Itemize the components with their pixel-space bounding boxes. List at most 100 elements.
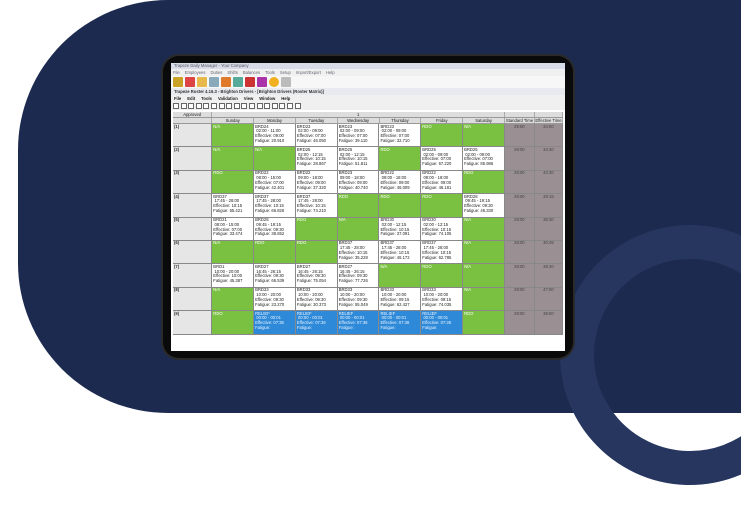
shift-cell[interactable]: BRD37 17:45 - 28:00 Effective: 10:15 Fat…	[337, 240, 380, 264]
shift-cell[interactable]: N/A	[212, 124, 255, 147]
shift-cell[interactable]: BRD1 10:00 - 20:00 Effective: 10:00 Fati…	[212, 264, 255, 287]
paste-icon[interactable]	[210, 103, 217, 109]
shift-cell[interactable]: BRD25 02:00 - 09:00 Effective: 07:00 Fat…	[421, 147, 464, 170]
shift-cell[interactable]: RDO	[254, 240, 296, 264]
new-icon[interactable]	[173, 103, 179, 109]
export-icon[interactable]	[279, 103, 286, 109]
shift-cell[interactable]: N/A	[212, 287, 255, 311]
menu-item-duties[interactable]: Duties	[210, 70, 222, 75]
shift-cell[interactable]: RDO	[295, 240, 338, 264]
shift-cell[interactable]: RELIEF 00:00 - 00:01 Effective: 07:36 Fa…	[379, 311, 422, 334]
row-label[interactable]: (7)	[173, 264, 213, 287]
row-label[interactable]: (5)	[173, 217, 213, 240]
bus-icon[interactable]	[221, 77, 231, 87]
menu-item-help[interactable]: Help	[326, 70, 335, 75]
copy-icon[interactable]	[203, 103, 210, 109]
print-icon[interactable]	[195, 103, 202, 109]
menu-item-tools[interactable]: Tools	[265, 70, 275, 75]
shift-cell[interactable]: BRD37 17:45 - 28:00 Effective: 10:15 Fat…	[421, 240, 464, 264]
shift-cell[interactable]: N/A	[463, 124, 505, 147]
shift-cell[interactable]: BRD30 02:00 - 12:15 Effective: 10:15 Fat…	[379, 217, 422, 240]
shift-cell[interactable]: BRD37 17:45 - 28:00 Effective: 10:15 Fat…	[212, 194, 255, 217]
roster-menu-item-tools[interactable]: Tools	[201, 96, 212, 101]
shift-cell[interactable]: N/A	[337, 217, 380, 240]
shift-cell[interactable]: BRD25 02:00 - 12:15 Effective: 10:15 Fat…	[295, 147, 338, 170]
row-label[interactable]: (8)	[173, 287, 213, 311]
shift-cell[interactable]: BRD22 08:00 - 15:00 Effective: 07:00 Fat…	[254, 170, 296, 194]
chart-icon[interactable]	[185, 77, 195, 87]
validate-icon[interactable]	[218, 103, 225, 109]
warning-icon[interactable]	[226, 103, 233, 109]
row-label[interactable]: (4)	[173, 194, 213, 217]
shift-cell[interactable]: BRD22 09:00 - 18:00 Effective: 09:00 Fat…	[379, 170, 422, 194]
grid-view-icon[interactable]	[256, 103, 263, 109]
shift-cell[interactable]: N/A	[212, 147, 255, 170]
roster-menu-item-file[interactable]: File	[174, 96, 181, 101]
computer-icon[interactable]	[281, 77, 291, 87]
shift-cell[interactable]: BRD27 16:45 - 26:15 Effective: 09:30 Fat…	[254, 264, 296, 287]
shift-cell[interactable]: RDO	[212, 311, 255, 334]
calendar-icon[interactable]	[233, 77, 243, 87]
shift-cell[interactable]: BRD21 08:00 - 15:00 Effective: 07:00 Fat…	[212, 217, 255, 240]
cloud-icon[interactable]	[209, 77, 219, 87]
roster-menu-item-view[interactable]: View	[244, 96, 253, 101]
shift-cell[interactable]: N/A	[463, 264, 505, 287]
menu-item-file[interactable]: File	[173, 70, 180, 75]
shift-cell[interactable]: BRD28 09:45 - 19:15 Effective: 09:30 Fat…	[254, 217, 296, 240]
shift-cell[interactable]: RDO	[421, 194, 464, 217]
menu-item-balances[interactable]: Balances	[243, 70, 260, 75]
shift-cell[interactable]: BRD27 16:45 - 26:15 Effective: 09:30 Fat…	[295, 264, 338, 287]
shift-cell[interactable]: BRD23 02:00 - 09:00 Effective: 07:00 Fat…	[379, 124, 422, 147]
shift-cell[interactable]: N/A	[463, 217, 505, 240]
shift-cell[interactable]: RDO	[379, 194, 422, 217]
shift-cell[interactable]: RELIEF 00:00 - 00:01 Effective: 07:36 Fa…	[295, 311, 338, 334]
filter-icon[interactable]	[233, 103, 240, 109]
import-icon[interactable]	[286, 103, 293, 109]
shift-cell[interactable]: BRD24 02:00 - 11:00 Effective: 09:00 Fat…	[254, 124, 296, 147]
shift-cell[interactable]: RDO	[212, 170, 255, 194]
grid-icon[interactable]	[173, 77, 183, 87]
row-label[interactable]: (2)	[173, 147, 213, 170]
shift-cell[interactable]: BRD23 09:00 - 18:00 Effective: 09:00 Fat…	[337, 170, 380, 194]
list-icon[interactable]	[264, 103, 271, 109]
shift-cell[interactable]: BRD25 02:00 - 09:00 Effective: 07:00 Fat…	[463, 147, 505, 170]
shift-cell[interactable]: RDO	[421, 124, 464, 147]
coin-icon[interactable]	[269, 77, 279, 87]
row-label[interactable]: (1)	[173, 124, 213, 147]
matrix-icon[interactable]	[248, 103, 255, 109]
shift-cell[interactable]: BRD37 17:45 - 28:00 Effective: 10:15 Fat…	[379, 240, 422, 264]
roster-menu-item-validation[interactable]: Validation	[218, 96, 238, 101]
roster-menu-item-window[interactable]: Window	[259, 96, 275, 101]
save-icon[interactable]	[188, 103, 195, 109]
roster-menu-item-edit[interactable]: Edit	[187, 96, 195, 101]
shift-cell[interactable]: BRD37 17:45 - 28:00 Effective: 10:15 Fat…	[254, 194, 296, 217]
shift-cell[interactable]: BRD33 10:00 - 20:00 Effective: 09:15 Fat…	[421, 287, 464, 311]
shift-cell[interactable]: RELIEF 00:00 - 00:01 Effective: 07:36 Fa…	[337, 311, 380, 334]
shift-cell[interactable]: BRD37 17:45 - 28:00 Effective: 10:15 Fat…	[295, 194, 338, 217]
shift-cell[interactable]: BRD33 10:00 - 20:00 Effective: 09:30 Fat…	[295, 287, 338, 311]
shift-cell[interactable]: N/A	[463, 287, 505, 311]
shift-cell[interactable]: N/A	[463, 240, 505, 264]
shift-cell[interactable]: BRD33 10:00 - 20:00 Effective: 09:15 Fat…	[379, 287, 422, 311]
shift-cell[interactable]: N/A	[379, 264, 422, 287]
menu-item-importexport[interactable]: Import/Export	[296, 70, 321, 75]
shift-cell[interactable]: BRD28 09:45 - 19:15 Effective: 09:30 Fat…	[463, 194, 505, 217]
table-icon[interactable]	[245, 77, 255, 87]
shift-cell[interactable]: BRD22 09:00 - 18:00 Effective: 09:00 Fat…	[421, 170, 464, 194]
shift-cell[interactable]: BRD30 02:00 - 12:15 Effective: 10:15 Fat…	[421, 217, 464, 240]
shift-cell[interactable]: BRD27 16:45 - 26:15 Effective: 09:30 Fat…	[337, 264, 380, 287]
shift-cell[interactable]: RDO	[463, 170, 505, 194]
row-label[interactable]: (3)	[173, 170, 213, 194]
shift-cell[interactable]: RDO	[379, 147, 422, 170]
shift-cell[interactable]: BRD23 02:00 - 09:00 Effective: 07:00 Fat…	[337, 124, 380, 147]
report-icon[interactable]	[257, 77, 267, 87]
shift-cell[interactable]: RDO	[463, 311, 505, 334]
folder-icon[interactable]	[197, 77, 207, 87]
menu-item-employees[interactable]: Employees	[185, 70, 206, 75]
roster-menu-item-help[interactable]: Help	[281, 96, 290, 101]
shift-cell[interactable]: RELIEF 00:00 - 00:01 Effective: 07:36 Fa…	[254, 311, 296, 334]
shift-cell[interactable]: BRD33 10:00 - 20:00 Effective: 09:30 Fat…	[254, 287, 296, 311]
shift-cell[interactable]: BRD33 10:00 - 20:00 Effective: 09:30 Fat…	[337, 287, 380, 311]
shift-cell[interactable]: N/A	[212, 240, 255, 264]
layout-icon[interactable]	[241, 103, 248, 109]
